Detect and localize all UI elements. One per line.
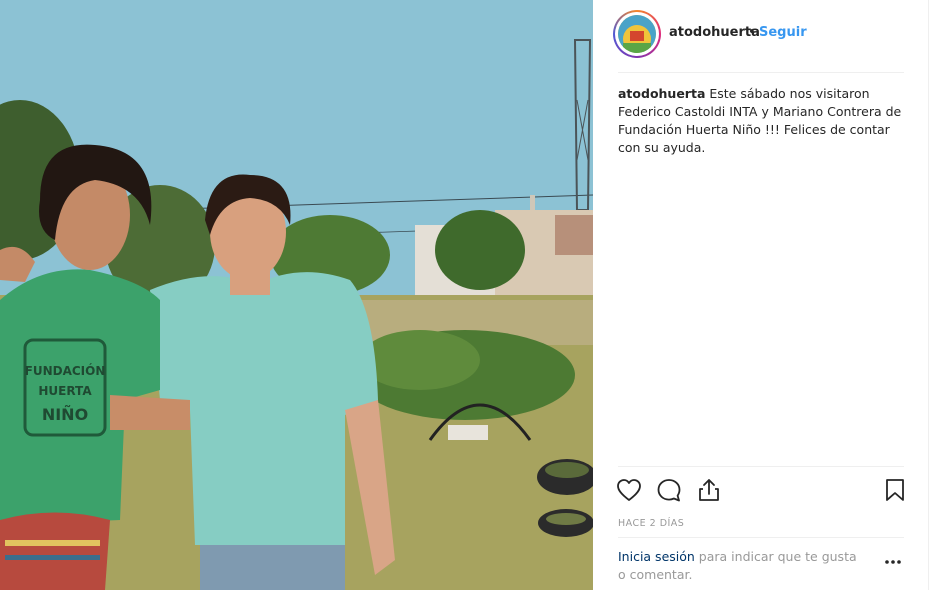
- header-divider: [618, 72, 904, 73]
- post-timestamp[interactable]: HACE 2 DÍAS: [618, 518, 684, 529]
- share-icon[interactable]: [695, 476, 723, 504]
- shirt-print-line-3: NIÑO: [42, 405, 88, 424]
- post-header: atodohuerta • Seguir: [593, 0, 928, 72]
- more-options-icon[interactable]: [883, 554, 903, 570]
- actions-divider: [618, 466, 904, 467]
- comment-icon[interactable]: [655, 476, 683, 504]
- shirt-print-line-1: FUNDACIÓN: [25, 363, 106, 378]
- separator-dot: •: [748, 25, 756, 40]
- avatar[interactable]: [613, 10, 661, 58]
- post-caption: atodohuerta Este sábado nos visitaron Fe…: [618, 85, 908, 157]
- photo-illustration: FUNDACIÓN HUERTA NIÑO: [0, 0, 593, 590]
- username[interactable]: atodohuerta: [669, 25, 760, 40]
- caption-username[interactable]: atodohuerta: [618, 86, 705, 101]
- avatar-image: [618, 15, 656, 53]
- follow-button[interactable]: Seguir: [759, 25, 807, 40]
- footer-divider: [618, 537, 904, 538]
- login-prompt: Inicia sesión para indicar que te gusta …: [618, 548, 868, 584]
- action-bar: [613, 473, 913, 507]
- heart-icon[interactable]: [615, 476, 643, 504]
- bookmark-icon[interactable]: [881, 476, 909, 504]
- login-link[interactable]: Inicia sesión: [618, 549, 695, 564]
- shirt-print-line-2: HUERTA: [38, 384, 92, 398]
- post-photo[interactable]: FUNDACIÓN HUERTA NIÑO: [0, 0, 593, 590]
- post-side-panel: atodohuerta • Seguir atodohuerta Este sá…: [593, 0, 929, 590]
